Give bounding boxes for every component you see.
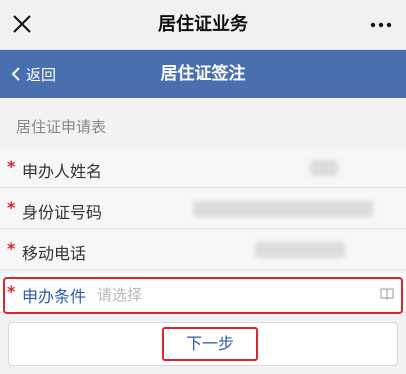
field-label-name: 申办人姓名 <box>22 162 103 181</box>
book-icon <box>380 288 394 300</box>
required-mark: * <box>7 282 16 301</box>
app-title: 居住证业务 <box>158 14 248 35</box>
redacted-value <box>193 201 373 217</box>
required-mark: * <box>7 239 16 258</box>
field-label-id-number: 身份证号码 <box>22 203 103 222</box>
field-row-name[interactable]: * 申办人姓名 <box>0 148 406 188</box>
nav-bar: 返回 居住证签注 <box>0 50 406 98</box>
field-label-phone: 移动电话 <box>22 244 87 263</box>
field-row-condition[interactable]: * 申办条件 请选择 <box>0 273 406 313</box>
section-title: 居住证申请表 <box>16 118 107 136</box>
redacted-value <box>310 160 338 176</box>
redacted-value <box>255 242 345 258</box>
next-step-button[interactable]: 下一步 <box>162 327 258 361</box>
required-mark: * <box>7 198 16 217</box>
page-title: 居住证签注 <box>160 64 246 84</box>
field-label-condition: 申办条件 <box>22 287 87 306</box>
more-icon[interactable] <box>368 14 394 36</box>
field-row-id-number[interactable]: * 身份证号码 <box>0 189 406 229</box>
top-bar: 居住证业务 <box>0 0 406 50</box>
required-mark: * <box>7 157 16 176</box>
condition-select[interactable]: 请选择 <box>97 284 142 305</box>
field-row-phone[interactable]: * 移动电话 <box>0 230 406 270</box>
action-bar: 下一步 <box>8 322 398 366</box>
